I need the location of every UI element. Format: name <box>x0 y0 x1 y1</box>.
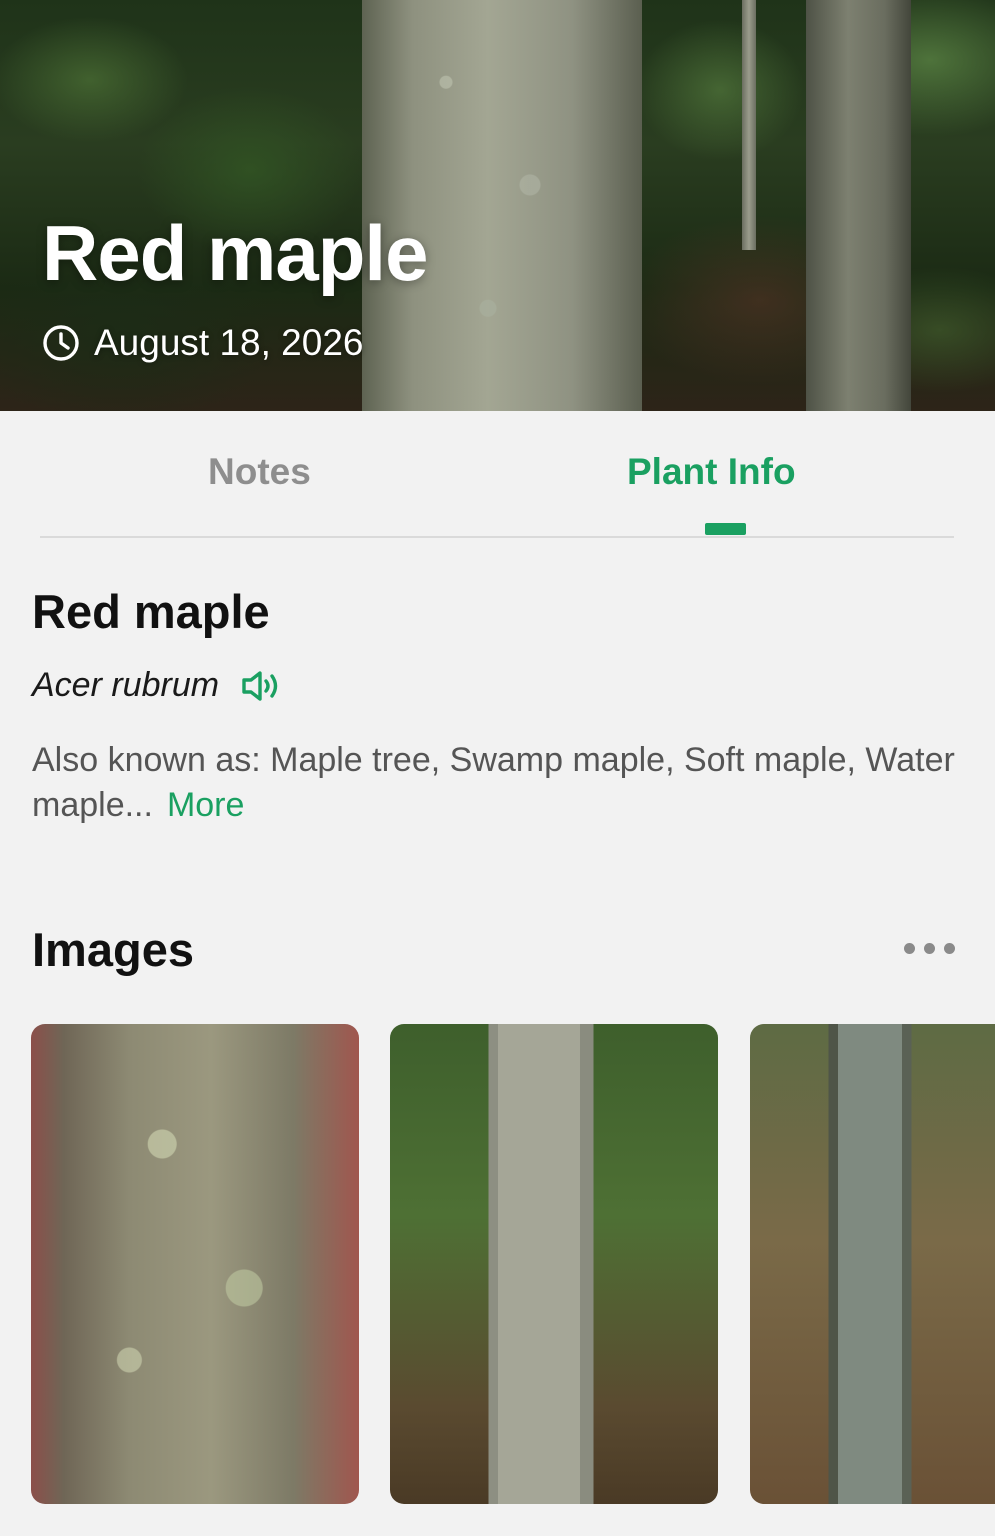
dot <box>904 942 915 954</box>
plant-scientific-name: Acer rubrum <box>32 666 220 704</box>
active-tab-indicator <box>705 523 746 535</box>
tab-bar: Notes Plant Info <box>40 411 954 538</box>
images-section-title: Images <box>32 923 194 976</box>
hero-photo-trunk-main <box>362 0 642 411</box>
hero-photo-trunk-thin <box>742 0 756 250</box>
also-known-as: Also known as: Maple tree, Swamp maple, … <box>32 738 962 828</box>
clock-icon <box>43 325 79 361</box>
hero-photo-trunk-right <box>806 0 911 411</box>
hero-title: Red maple <box>42 209 428 297</box>
more-dots-icon[interactable] <box>904 938 964 958</box>
more-link[interactable]: More <box>167 786 244 824</box>
image-thumbnail-2[interactable] <box>390 1024 718 1504</box>
hero-header: Red maple August 18, 2026 <box>0 0 995 411</box>
dot <box>924 942 935 954</box>
scientific-name-row: Acer rubrum <box>32 666 281 705</box>
image-thumbnail-3[interactable] <box>750 1024 995 1504</box>
tab-notes[interactable]: Notes <box>208 451 311 493</box>
hero-date-row: August 18, 2026 <box>42 322 364 364</box>
speaker-icon[interactable] <box>241 669 281 703</box>
hero-date: August 18, 2026 <box>94 322 364 363</box>
image-thumbnail-1[interactable] <box>31 1024 359 1504</box>
dot <box>944 942 955 954</box>
tab-plant-info[interactable]: Plant Info <box>627 451 796 493</box>
plant-common-name: Red maple <box>32 585 270 638</box>
